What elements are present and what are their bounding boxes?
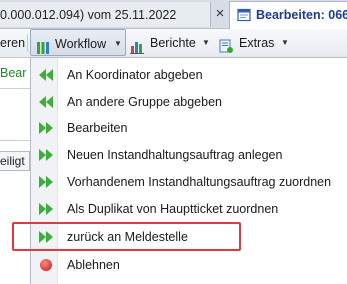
berichte-menu-button[interactable]: Berichte ▼	[130, 29, 212, 57]
double-arrow-right-icon	[38, 175, 54, 192]
double-arrow-right-icon	[38, 148, 54, 165]
background-field[interactable]: eiligt	[0, 151, 30, 171]
double-arrow-left-icon	[38, 95, 54, 112]
menu-item-vorhandenem-instandhaltungsauftrag-zuordnen[interactable]: Vorhandenem Instandhaltungsauftrag zuord…	[31, 169, 347, 195]
menu-item-ablehnen[interactable]: Ablehnen	[31, 252, 347, 278]
toolbar-separator	[27, 34, 28, 52]
menu-item-an-koordinator-abgeben[interactable]: An Koordinator abgeben	[31, 62, 347, 88]
double-arrow-right-icon	[38, 202, 54, 219]
workflow-menu-button[interactable]: Workflow ▼	[30, 29, 126, 56]
menu-item-label: Bearbeiten	[67, 121, 128, 135]
background-status-text: Bear	[0, 66, 27, 80]
menu-item-label: Vorhandenem Instandhaltungsauftrag zuord…	[67, 175, 332, 189]
divider	[0, 140, 32, 141]
chevron-down-icon: ▼	[114, 39, 122, 48]
menu-item-label: An andere Gruppe abgeben	[67, 95, 222, 109]
close-icon[interactable]: ×	[211, 4, 229, 24]
extras-label: Extras	[239, 36, 275, 50]
chevron-down-icon: ▼	[281, 38, 289, 47]
tab-previous[interactable]: 0.000.012.094) vom 25.11.2022	[0, 2, 211, 27]
divider	[0, 88, 32, 89]
background-field-text: eiligt	[0, 154, 25, 168]
menu-item-label: Ablehnen	[67, 258, 120, 272]
tab-strip: 0.000.012.094) vom 25.11.2022 × Bearbeit…	[0, 0, 347, 29]
menu-item-label: An Koordinator abgeben	[67, 68, 203, 82]
menu-item-neuen-instandhaltungsauftrag-anlegen[interactable]: Neuen Instandhaltungsauftrag anlegen	[31, 142, 347, 168]
tab-previous-title: 0.000.012.094) vom 25.11.2022	[0, 8, 177, 22]
workflow-label: Workflow	[55, 37, 107, 51]
menu-item-label: zurück an Meldestelle	[67, 230, 188, 244]
menu-item-als-duplikat-zuordnen[interactable]: Als Duplikat von Hauptticket zuordnen	[31, 196, 347, 222]
berichte-label: Berichte	[150, 36, 196, 50]
tab-bearbeiten-title: Bearbeiten: 066.	[256, 8, 347, 22]
double-arrow-right-icon	[38, 121, 54, 138]
menu-item-label: Neuen Instandhaltungsauftrag anlegen	[67, 148, 283, 162]
double-arrow-right-icon	[38, 230, 54, 247]
extras-menu-button[interactable]: Extras ▼	[219, 29, 294, 57]
toolbar: eren Workflow ▼ Berichte ▼ Extras ▼	[0, 29, 347, 58]
calendar-form-icon	[237, 8, 251, 25]
double-arrow-left-icon	[38, 68, 54, 85]
red-circle-icon	[38, 258, 54, 275]
menu-item-label: Als Duplikat von Hauptticket zuordnen	[67, 202, 279, 216]
chevron-down-icon: ▼	[202, 38, 210, 47]
workflow-dropdown-menu: An Koordinator abgeben An andere Gruppe …	[30, 57, 347, 284]
menu-item-an-andere-gruppe-abgeben[interactable]: An andere Gruppe abgeben	[31, 89, 347, 115]
menu-item-zurueck-an-meldestelle[interactable]: zurück an Meldestelle	[31, 224, 347, 250]
tab-bearbeiten[interactable]: Bearbeiten: 066.	[229, 1, 347, 29]
menu-item-bearbeiten[interactable]: Bearbeiten	[31, 115, 347, 141]
toolbar-item-partial[interactable]: eren	[0, 29, 25, 57]
